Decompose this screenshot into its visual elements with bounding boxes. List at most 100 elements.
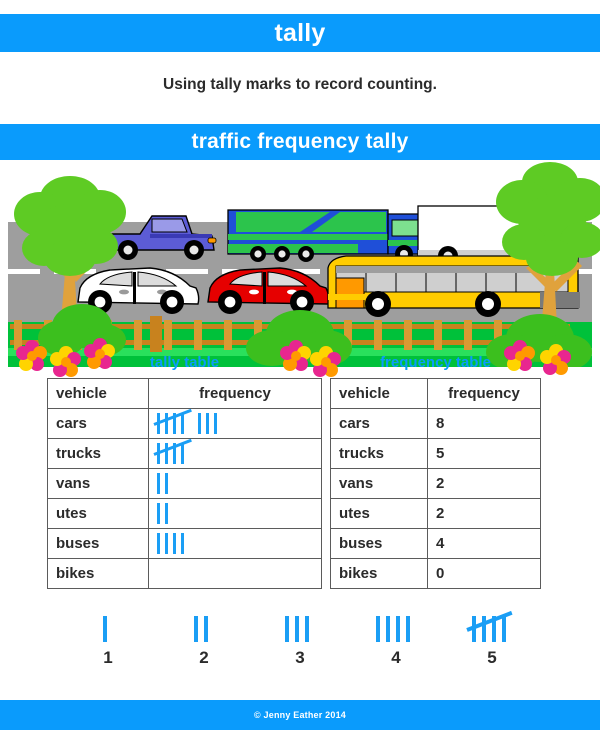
flower-cluster-left	[16, 338, 115, 377]
tally-legend: 1 2 3 4 5	[60, 610, 540, 687]
table-row: vans 2	[330, 468, 541, 499]
tally-group-partial	[157, 472, 168, 495]
frequency-row-vehicle: cars	[330, 408, 428, 439]
tally-group-partial	[157, 502, 168, 525]
legend-tally-marks	[252, 612, 348, 646]
tally-mark	[103, 616, 107, 642]
frequency-row-value: 0	[427, 558, 541, 589]
legend-tally-marks	[60, 612, 156, 646]
legend-number: 4	[391, 648, 401, 667]
frequency-row-vehicle: utes	[330, 498, 428, 529]
tally-mark	[165, 532, 168, 554]
legend-number: 3	[295, 648, 305, 667]
tally-group-of-five	[153, 439, 192, 465]
flower-cluster-center	[280, 340, 341, 377]
tally-mark	[165, 442, 168, 464]
tally-table: vehicle frequency cars trucks vans utes buse…	[47, 378, 322, 589]
table-row: cars 8	[330, 408, 541, 439]
tally-mark	[157, 532, 160, 554]
table-row: buses 4	[330, 528, 541, 559]
tally-row-marks	[148, 408, 322, 439]
table-row: utes	[47, 498, 322, 529]
tally-mark	[204, 616, 208, 642]
tally-row-marks	[148, 498, 322, 529]
tally-group-of-five	[466, 610, 513, 642]
frequency-row-value: 5	[427, 438, 541, 469]
tally-mark	[214, 412, 217, 434]
table-row: trucks	[47, 438, 322, 469]
tally-mark	[502, 616, 506, 642]
legend-item: 4	[348, 612, 444, 668]
frequency-table-body: cars 8 trucks 5 vans 2 utes 2 buses 4 bikes 0	[330, 408, 541, 589]
tally-mark	[305, 616, 309, 642]
tally-row-vehicle: vans	[47, 468, 149, 499]
flower-cluster-right	[504, 340, 571, 375]
tally-mark	[181, 412, 184, 434]
tally-group-partial	[198, 412, 217, 435]
tally-row-marks	[148, 558, 322, 589]
tally-mark	[181, 532, 184, 554]
tally-mark	[157, 502, 160, 524]
tally-mark	[295, 616, 299, 642]
frequency-row-vehicle: vans	[330, 468, 428, 499]
tally-group-partial	[376, 616, 416, 642]
table-row: bikes	[47, 558, 322, 589]
section-title: traffic frequency tally	[191, 130, 409, 153]
frequency-row-vehicle: buses	[330, 528, 428, 559]
tally-row-vehicle: bikes	[47, 558, 149, 589]
frequency-row-vehicle: trucks	[330, 438, 428, 469]
page-subtitle: Using tally marks to record counting.	[163, 76, 437, 93]
tally-mark	[165, 502, 168, 524]
tally-row-vehicle: utes	[47, 498, 149, 529]
legend-number: 2	[199, 648, 209, 667]
table-row: buses	[47, 528, 322, 559]
legend-tally-marks	[444, 610, 540, 646]
tally-mark	[396, 616, 400, 642]
legend-item: 1	[60, 612, 156, 668]
frequency-row-value: 4	[427, 528, 541, 559]
flowers-row	[16, 338, 571, 377]
tally-group-partial	[103, 616, 113, 642]
tally-mark	[386, 616, 390, 642]
tally-row-vehicle: buses	[47, 528, 149, 559]
tally-mark	[206, 412, 209, 434]
tally-mark	[157, 472, 160, 494]
legend-item: 3	[252, 612, 348, 668]
copyright-text: © Jenny Eather 2014	[254, 710, 346, 720]
tally-mark	[165, 412, 168, 434]
tally-row-marks	[148, 468, 322, 499]
tally-group-of-five	[153, 409, 192, 435]
frequency-row-vehicle: bikes	[330, 558, 428, 589]
tally-row-marks	[148, 528, 322, 559]
tally-mark	[165, 472, 168, 494]
tally-mark	[406, 616, 410, 642]
legend-item: 5	[444, 610, 540, 668]
table-row: utes 2	[330, 498, 541, 529]
tally-mark	[181, 442, 184, 464]
tally-group-partial	[157, 532, 184, 555]
section-title-band: traffic frequency tally	[0, 124, 600, 160]
tally-group-partial	[285, 616, 315, 642]
tally-row-vehicle: trucks	[47, 438, 149, 469]
tally-table-body: cars trucks vans utes buses bikes	[47, 408, 322, 589]
table-row: trucks 5	[330, 438, 541, 469]
legend-item: 2	[156, 612, 252, 668]
tally-mark	[376, 616, 380, 642]
tally-mark	[194, 616, 198, 642]
tally-mark	[198, 412, 201, 434]
frequency-row-value: 8	[427, 408, 541, 439]
tally-mark	[173, 532, 176, 554]
legend-tally-marks	[348, 612, 444, 646]
tally-mark	[285, 616, 289, 642]
table-row: bikes 0	[330, 558, 541, 589]
tally-group-partial	[194, 616, 214, 642]
tally-row-vehicle: cars	[47, 408, 149, 439]
legend-number: 5	[487, 648, 497, 667]
page-title-band: tally	[0, 14, 600, 52]
legend-tally-marks	[156, 612, 252, 646]
frequency-row-value: 2	[427, 468, 541, 499]
table-row: vans	[47, 468, 322, 499]
frequency-row-value: 2	[427, 498, 541, 529]
tally-row-marks	[148, 438, 322, 469]
legend-number: 1	[103, 648, 113, 667]
